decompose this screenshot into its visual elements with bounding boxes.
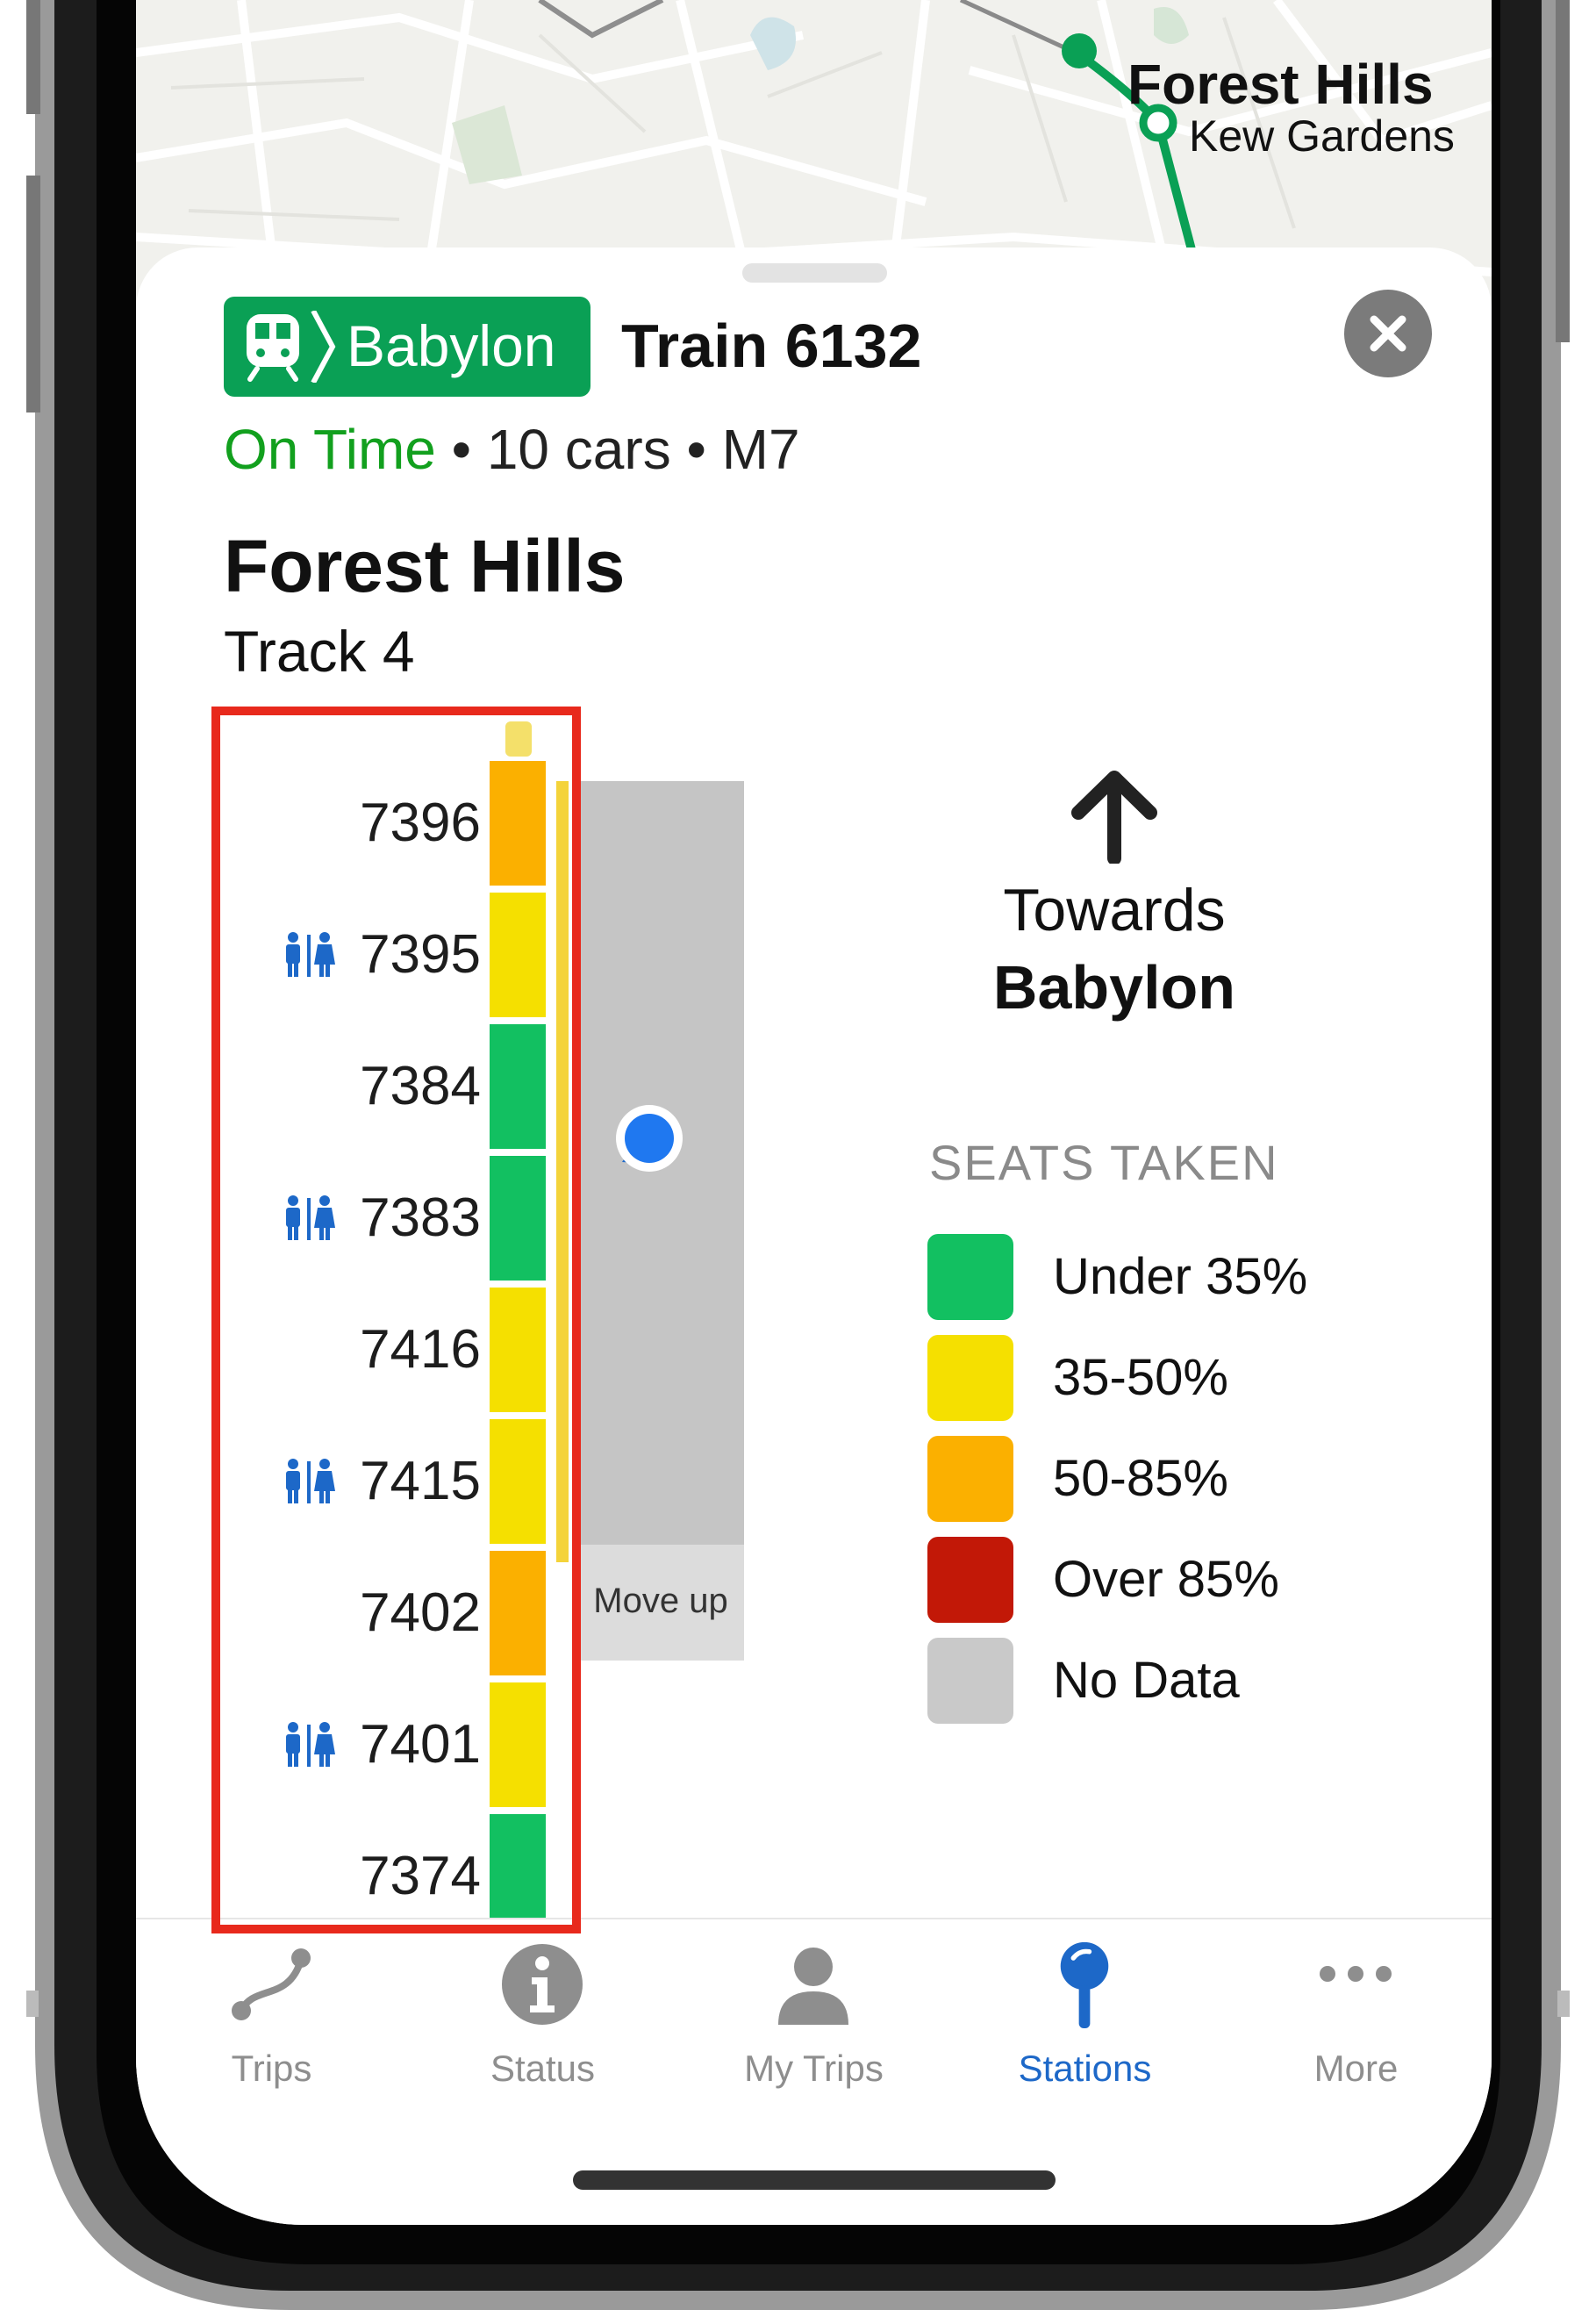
pin-icon [1060, 1941, 1109, 2028]
tab-more[interactable]: More [1220, 1919, 1492, 2095]
close-icon [1370, 315, 1406, 352]
legend-swatch [927, 1234, 1013, 1320]
platform-diagram [577, 781, 744, 1661]
home-indicator [573, 2170, 1056, 2190]
tab-label: Stations [1018, 2048, 1152, 2089]
station-name: Forest Hills [224, 525, 626, 607]
tab-label: My Trips [744, 2048, 884, 2089]
legend-label: 50-85% [1053, 1450, 1228, 1507]
map-view[interactable]: Forest Hills Kew Gardens [136, 0, 1492, 290]
legend-title: SEATS TAKEN [929, 1135, 1279, 1190]
user-location-icon [616, 1105, 683, 1172]
arrow-up-icon [1071, 771, 1157, 864]
tab-stations[interactable]: Stations [949, 1919, 1220, 2095]
train-title: Train 6132 [621, 312, 922, 380]
sheet-grabber[interactable] [742, 263, 887, 283]
route-icon [232, 1948, 311, 2020]
info-icon [502, 1944, 583, 2025]
tab-label: More [1313, 2048, 1399, 2089]
map-station-label: Forest Hills [1127, 53, 1434, 116]
tab-label: Trips [231, 2048, 312, 2089]
towards-destination: Babylon [992, 953, 1236, 1022]
route-name: Babylon [347, 313, 556, 378]
legend-swatch [927, 1335, 1013, 1421]
legend-label: 35-50% [1053, 1349, 1228, 1406]
ellipsis-icon [1320, 1966, 1392, 1982]
map-station-label-secondary: Kew Gardens [1189, 111, 1455, 161]
legend-swatch [927, 1537, 1013, 1623]
highlight-box [211, 707, 581, 1933]
tab-status[interactable]: Status [407, 1919, 678, 2095]
towards-label: Towards [1003, 877, 1226, 943]
legend-label: No Data [1053, 1652, 1240, 1709]
train-status-line: On Time • 10 cars • M7 [224, 414, 800, 484]
on-time-status: On Time [224, 418, 436, 481]
legend-label: Under 35% [1053, 1248, 1308, 1305]
tab-trips[interactable]: Trips [136, 1919, 407, 2095]
legend-swatch [927, 1638, 1013, 1724]
train-details: • 10 cars • M7 [451, 418, 800, 481]
tab-label: Status [490, 2048, 596, 2089]
legend-label: Over 85% [1053, 1551, 1279, 1608]
legend-swatch [927, 1436, 1013, 1522]
train-icon [247, 311, 336, 383]
move-up-label: Move up [593, 1582, 728, 1620]
route-badge: Babylon [224, 297, 590, 397]
close-button[interactable] [1344, 290, 1432, 377]
track-label: Track 4 [224, 619, 415, 684]
person-icon [778, 1948, 848, 2025]
tab-my-trips[interactable]: My Trips [678, 1919, 949, 2095]
